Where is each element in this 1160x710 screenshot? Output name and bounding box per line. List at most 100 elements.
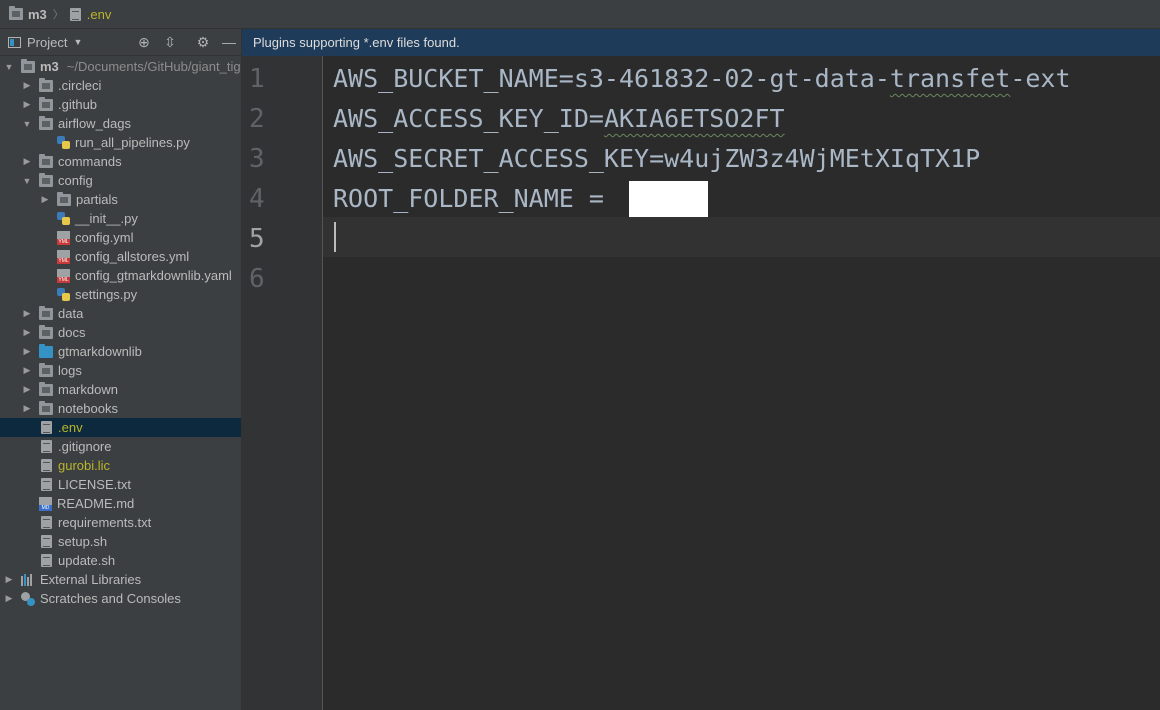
- dropdown-caret-icon[interactable]: ▼: [73, 37, 82, 47]
- tree-item-setup-sh[interactable]: setup.sh: [0, 532, 241, 551]
- tree-item-label: config.yml: [75, 230, 134, 245]
- tree-item-license[interactable]: LICENSE.txt: [0, 475, 241, 494]
- tree-item-gtmarkdownlib[interactable]: ▶ gtmarkdownlib: [0, 342, 241, 361]
- tree-item-notebooks[interactable]: ▶ notebooks: [0, 399, 241, 418]
- tree-item-partials[interactable]: ▶ partials: [0, 190, 241, 209]
- project-tree: ▼ m3 ~/Documents/GitHub/giant_tig ▶ .cir…: [0, 56, 241, 608]
- tree-item-scratches[interactable]: ▶ Scratches and Consoles: [0, 589, 241, 608]
- chevron-down-icon[interactable]: ▼: [4, 62, 14, 72]
- chevron-right-icon[interactable]: ▶: [22, 346, 32, 357]
- tree-item-settings-py[interactable]: settings.py: [0, 285, 241, 304]
- chevron-down-icon[interactable]: ▼: [22, 119, 32, 129]
- tree-item-label: markdown: [58, 382, 118, 397]
- tree-item-label: External Libraries: [40, 572, 142, 587]
- tree-item-logs[interactable]: ▶ logs: [0, 361, 241, 380]
- collapse-icon[interactable]: ⇳: [162, 34, 178, 50]
- tree-item-airflow-dags[interactable]: ▼ airflow_dags: [0, 114, 241, 133]
- chevron-right-icon[interactable]: ▶: [4, 574, 14, 585]
- tree-item-run-all-pipelines[interactable]: run_all_pipelines.py: [0, 133, 241, 152]
- locate-icon[interactable]: ⊕: [136, 34, 152, 50]
- python-file-icon: [57, 136, 70, 149]
- chevron-down-icon[interactable]: ▼: [22, 176, 32, 186]
- plugin-suggestion-banner[interactable]: Plugins supporting *.env files found.: [242, 29, 1160, 56]
- ignore-file-icon: [41, 440, 52, 453]
- tree-item-markdown[interactable]: ▶ markdown: [0, 380, 241, 399]
- chevron-right-icon[interactable]: ▶: [22, 308, 32, 319]
- chevron-right-icon[interactable]: ▶: [22, 327, 32, 338]
- tree-item-label: .github: [58, 97, 98, 112]
- tree-item-config-yml[interactable]: YML config.yml: [0, 228, 241, 247]
- folder-icon: [39, 400, 53, 415]
- tree-item-label: run_all_pipelines.py: [75, 135, 190, 150]
- minimize-icon[interactable]: —: [221, 34, 237, 50]
- breadcrumb-project[interactable]: m3: [9, 6, 47, 22]
- chevron-right-icon[interactable]: ▶: [22, 156, 32, 167]
- tree-item-commands[interactable]: ▶ commands: [0, 152, 241, 171]
- tree-item-env[interactable]: .env: [0, 418, 241, 437]
- tree-item-label: commands: [58, 154, 122, 169]
- tree-item-update-sh[interactable]: update.sh: [0, 551, 241, 570]
- yaml-file-icon: YML: [57, 268, 70, 283]
- tree-item-label: __init__.py: [75, 211, 138, 226]
- tree-item-init-py[interactable]: __init__.py: [0, 209, 241, 228]
- text-file-icon: [41, 516, 52, 529]
- folder-icon: [39, 362, 53, 377]
- tree-item-github[interactable]: ▶ .github: [0, 95, 241, 114]
- file-icon: [69, 7, 81, 21]
- folder-icon: [39, 153, 53, 168]
- code-line-2[interactable]: AWS_ACCESS_KEY_ID=AKIA6ETSO2FT: [333, 99, 785, 139]
- code-text: AWS_ACCESS_KEY_ID=: [333, 104, 604, 133]
- code-line-1[interactable]: AWS_BUCKET_NAME=s3-461832-02-gt-data-tra…: [333, 59, 1071, 99]
- tree-item-label: docs: [58, 325, 86, 340]
- folder-icon: [21, 58, 35, 73]
- project-view-title[interactable]: Project: [27, 35, 67, 50]
- tree-item-docs[interactable]: ▶ docs: [0, 323, 241, 342]
- code-line-4[interactable]: ROOT_FOLDER_NAME =: [333, 179, 619, 219]
- tree-item-root[interactable]: ▼ m3 ~/Documents/GitHub/giant_tig: [0, 57, 241, 76]
- breadcrumb-file[interactable]: .env: [69, 7, 111, 22]
- python-file-icon: [57, 212, 70, 225]
- tree-item-gurobi[interactable]: gurobi.lic: [0, 456, 241, 475]
- tree-item-external-libraries[interactable]: ▶ External Libraries: [0, 570, 241, 589]
- tree-item-circleci[interactable]: ▶ .circleci: [0, 76, 241, 95]
- project-toolbar: Project ▼ ⊕ ⇳ ⚙ —: [0, 29, 241, 56]
- tree-item-label: airflow_dags: [58, 116, 131, 131]
- folder-icon: [39, 96, 53, 111]
- tree-item-label: notebooks: [58, 401, 118, 416]
- file-icon: [41, 459, 52, 472]
- breadcrumb: m3 〉 .env: [0, 0, 1160, 29]
- current-line-highlight: [323, 217, 1160, 257]
- chevron-right-icon[interactable]: ▶: [22, 403, 32, 414]
- tree-item-label: settings.py: [75, 287, 138, 302]
- chevron-right-icon[interactable]: ▶: [4, 593, 14, 604]
- editor-gutter: 1 2 3 4 5 6: [242, 56, 323, 710]
- tree-item-label: .circleci: [58, 78, 102, 93]
- code-text: -ext: [1010, 64, 1071, 93]
- tree-item-label: Scratches and Consoles: [40, 591, 181, 606]
- chevron-right-icon[interactable]: ▶: [22, 365, 32, 376]
- package-folder-icon: [39, 343, 53, 358]
- shell-file-icon: [41, 535, 52, 548]
- chevron-right-icon[interactable]: ▶: [22, 99, 32, 110]
- tree-item-requirements[interactable]: requirements.txt: [0, 513, 241, 532]
- tree-item-data[interactable]: ▶ data: [0, 304, 241, 323]
- chevron-right-icon[interactable]: ▶: [40, 194, 50, 205]
- redaction-box: [629, 181, 708, 217]
- chevron-right-icon[interactable]: ▶: [22, 80, 32, 91]
- folder-icon: [39, 115, 53, 130]
- code-line-3[interactable]: AWS_SECRET_ACCESS_KEY=w4ujZW3z4WjMEtXIqT…: [333, 139, 980, 179]
- code-text: AWS_BUCKET_NAME=s3-461832-02-gt-data-: [333, 64, 890, 93]
- tree-item-label: data: [58, 306, 84, 321]
- spelling-warning-text: AKIA6ETSO2FT: [603, 104, 785, 133]
- code-editor[interactable]: AWS_BUCKET_NAME=s3-461832-02-gt-data-tra…: [323, 56, 1160, 710]
- gear-icon[interactable]: ⚙: [195, 34, 211, 50]
- tree-item-gitignore[interactable]: .gitignore: [0, 437, 241, 456]
- tree-item-config-allstores[interactable]: YML config_allstores.yml: [0, 247, 241, 266]
- tree-item-label: gtmarkdownlib: [58, 344, 142, 359]
- tree-item-config[interactable]: ▼ config: [0, 171, 241, 190]
- scratches-icon: [21, 591, 35, 606]
- tree-item-readme[interactable]: MD README.md: [0, 494, 241, 513]
- tree-item-config-gtmarkdownlib[interactable]: YML config_gtmarkdownlib.yaml: [0, 266, 241, 285]
- spelling-warning-text: transfet: [889, 64, 1011, 93]
- chevron-right-icon[interactable]: ▶: [22, 384, 32, 395]
